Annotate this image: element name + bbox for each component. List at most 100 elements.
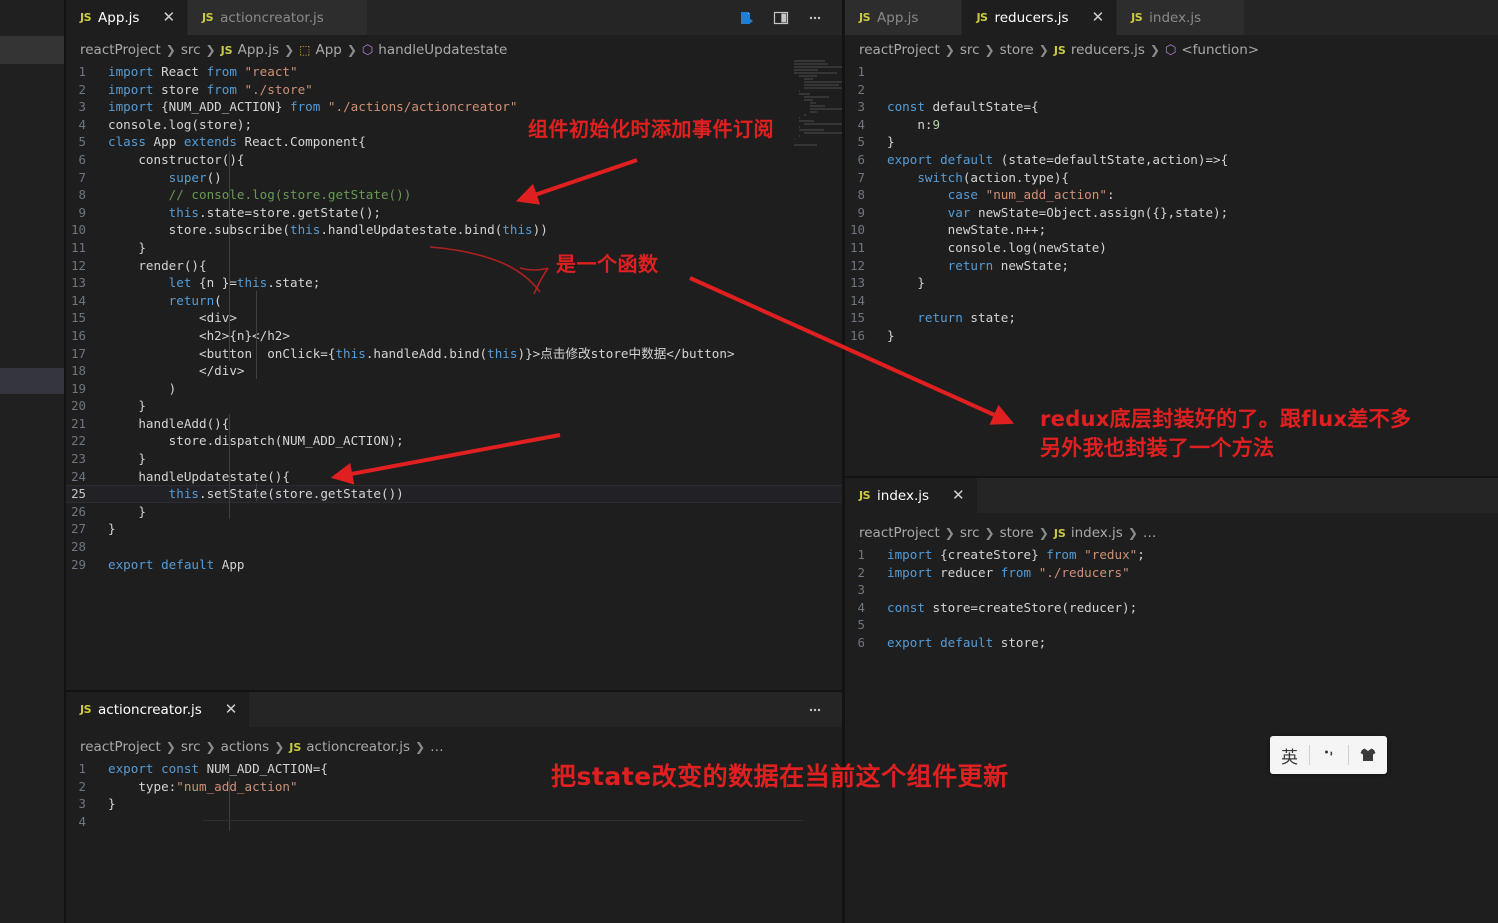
code-line[interactable]: 5}	[845, 133, 1498, 151]
breadcrumb-item[interactable]: src	[960, 525, 980, 541]
breadcrumb-item[interactable]: store	[1000, 42, 1034, 58]
more-actions-icon[interactable]	[806, 701, 824, 719]
code-line[interactable]: 20 }	[66, 397, 842, 415]
code-line[interactable]: 14	[845, 292, 1498, 310]
code-line[interactable]: 10 store.subscribe(this.handleUpdatestat…	[66, 221, 842, 239]
comma-icon[interactable]	[1309, 746, 1348, 764]
code-line[interactable]: 13 let {n }=this.state;	[66, 274, 842, 292]
breadcrumb-right-top[interactable]: reactProject ❯ src ❯ store ❯ JS reducers.js ❯ ⬡ <f…	[845, 39, 1259, 61]
close-icon[interactable]: ✕	[225, 702, 238, 717]
breadcrumb-item[interactable]: reactProject	[80, 739, 161, 755]
breadcrumb-item[interactable]: src	[960, 42, 980, 58]
open-preview-icon[interactable]	[738, 9, 756, 27]
code-line[interactable]: 25 this.setState(store.getState())	[66, 485, 842, 503]
breadcrumb-bottom[interactable]: reactProject ❯ src ❯ actions ❯ JS actioncreator…	[66, 736, 444, 758]
code-line[interactable]: 12 return newState;	[845, 257, 1498, 275]
tab-reducers-js[interactable]: JS reducers.js ✕	[962, 0, 1118, 35]
code-line[interactable]: 27}	[66, 520, 842, 538]
code-line[interactable]: 17 <button onClick={this.handleAdd.bind(…	[66, 345, 842, 363]
code-line[interactable]: 7 switch(action.type){	[845, 169, 1498, 187]
code-line[interactable]: 18 </div>	[66, 362, 842, 380]
code-line[interactable]: 1 import React from "react"	[66, 63, 842, 81]
breadcrumb-right-bottom[interactable]: reactProject ❯ src ❯ store ❯ JS index.js ❯…	[845, 522, 1156, 544]
breadcrumb-item[interactable]: reactProject	[859, 525, 940, 541]
shirt-icon[interactable]	[1348, 745, 1387, 765]
tab-actioncreator-js[interactable]: JS actioncreator.js ✕	[66, 692, 251, 727]
breadcrumb-item[interactable]: src	[181, 739, 201, 755]
code-line[interactable]: 6 export default store;	[845, 634, 1498, 652]
code-line[interactable]: 21 handleAdd(){	[66, 415, 842, 433]
breadcrumb-item[interactable]: reactProject	[80, 42, 161, 58]
breadcrumb-item[interactable]: actions	[221, 739, 270, 755]
code-line[interactable]: 8 case "num_add_action":	[845, 186, 1498, 204]
minimap-main[interactable]	[794, 60, 842, 180]
code-line[interactable]: 9 this.state=store.getState();	[66, 204, 842, 222]
ime-mode-button[interactable]: 英	[1270, 743, 1309, 768]
code-content-right-top[interactable]: 1 2 3 const defaultState={4 n:9 5} 6 export de…	[845, 63, 1498, 345]
code-line[interactable]: 2 import reducer from "./reducers"	[845, 564, 1498, 582]
split-editor-icon[interactable]	[772, 9, 790, 27]
code-line[interactable]: 22 store.dispatch(NUM_ADD_ACTION);	[66, 432, 842, 450]
code-line[interactable]: 1 import {createStore} from "redux";	[845, 546, 1498, 564]
code-line[interactable]: 4	[66, 813, 842, 831]
code-line[interactable]: 2	[845, 81, 1498, 99]
line-number: 10	[850, 222, 865, 238]
code-line[interactable]: 19 )	[66, 380, 842, 398]
code-line[interactable]: 23 }	[66, 450, 842, 468]
tab-index-js[interactable]: JS index.js ✕	[845, 478, 978, 513]
code-line[interactable]: 3	[845, 581, 1498, 599]
breadcrumb-item[interactable]: reactProject	[859, 42, 940, 58]
breadcrumb-item[interactable]: handleUpdatestate	[378, 42, 507, 58]
breadcrumb-item[interactable]: …	[1143, 525, 1157, 541]
breadcrumb-item[interactable]: src	[181, 42, 201, 58]
close-icon[interactable]: ✕	[162, 10, 175, 25]
breadcrumb-item[interactable]: …	[430, 739, 444, 755]
breadcrumb-item[interactable]: store	[1000, 525, 1034, 541]
breadcrumb-item[interactable]: index.js	[1071, 525, 1123, 541]
tab-App-js[interactable]: JS App.js	[845, 0, 963, 35]
more-actions-icon[interactable]	[806, 9, 824, 27]
code-line[interactable]: 13 }	[845, 274, 1498, 292]
breadcrumb-item[interactable]: App.js	[238, 42, 279, 58]
code-line[interactable]: 16 <h2>{n}</h2>	[66, 327, 842, 345]
code-line[interactable]: 2 import store from "./store"	[66, 81, 842, 99]
line-text: store.subscribe(this.handleUpdatestate.b…	[108, 222, 548, 238]
tab-App-js[interactable]: JS App.js ✕	[66, 0, 189, 35]
code-line[interactable]: 5	[845, 616, 1498, 634]
code-line[interactable]: 6 export default (state=defaultState,acti…	[845, 151, 1498, 169]
code-line[interactable]: 12 render(){	[66, 257, 842, 275]
code-line[interactable]: 9 var newState=Object.assign({},state);	[845, 204, 1498, 222]
code-line[interactable]: 1	[845, 63, 1498, 81]
code-line[interactable]: 11 console.log(newState)	[845, 239, 1498, 257]
breadcrumb-item[interactable]: <function>	[1181, 42, 1259, 58]
code-line[interactable]: 24 handleUpdatestate(){	[66, 468, 842, 486]
code-line[interactable]: 28	[66, 538, 842, 556]
code-line[interactable]: 4 n:9	[845, 116, 1498, 134]
tab-index-js[interactable]: JS index.js	[1117, 0, 1246, 35]
close-icon[interactable]: ✕	[1092, 10, 1105, 25]
code-line[interactable]: 26 }	[66, 503, 842, 521]
breadcrumb-item[interactable]: actioncreator.js	[306, 739, 410, 755]
code-line[interactable]: 10 newState.n++;	[845, 221, 1498, 239]
code-line[interactable]: 7 super()	[66, 169, 842, 187]
whitespace-rule	[203, 820, 803, 821]
tab-actioncreator-js[interactable]: JS actioncreator.js	[188, 0, 368, 35]
code-line[interactable]: 16}	[845, 327, 1498, 345]
code-line[interactable]: 6 constructor(){	[66, 151, 842, 169]
breadcrumb-main[interactable]: reactProject ❯ src ❯ JS App.js ❯ ⬚ App ❯ ⬡ handleUp…	[66, 39, 507, 61]
code-line[interactable]: 3 const defaultState={	[845, 98, 1498, 116]
code-line[interactable]: 8 // console.log(store.getState())	[66, 186, 842, 204]
code-line[interactable]: 11 }	[66, 239, 842, 257]
code-content-right-bottom[interactable]: 1 import {createStore} from "redux"; 2 impo…	[845, 546, 1498, 652]
code-line[interactable]: 15 <div>	[66, 309, 842, 327]
breadcrumb-item[interactable]: reducers.js	[1071, 42, 1145, 58]
close-icon[interactable]: ✕	[952, 488, 965, 503]
ime-status-widget[interactable]: 英	[1270, 736, 1387, 774]
breadcrumb-item[interactable]: App	[315, 42, 341, 58]
code-line[interactable]: 3}	[66, 795, 842, 813]
code-line[interactable]: 15 return state;	[845, 309, 1498, 327]
code-line[interactable]: 29 export default App	[66, 556, 842, 574]
code-line[interactable]: 14 return(	[66, 292, 842, 310]
line-text: <h2>{n}</h2>	[108, 327, 290, 343]
code-line[interactable]: 4 const store=createStore(reducer);	[845, 599, 1498, 617]
